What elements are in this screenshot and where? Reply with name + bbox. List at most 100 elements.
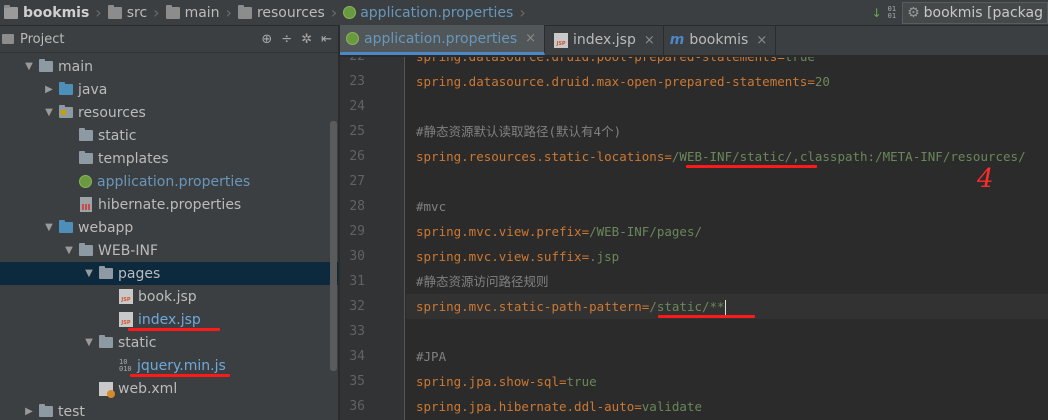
chevron-right-icon: › xyxy=(95,3,102,22)
navigation-bar: bookmis › src › main › resources › appli… xyxy=(0,0,1048,26)
property-key: spring.jpa.show-sql xyxy=(416,374,559,389)
breadcrumb-project[interactable]: bookmis xyxy=(0,0,93,25)
property-value: true xyxy=(566,374,597,389)
line-number: 34 xyxy=(349,349,365,364)
expand-down-icon[interactable]: ▼ xyxy=(82,337,96,348)
tree-item-resources[interactable]: ▼ resources xyxy=(0,101,338,124)
tree-item-static[interactable]: static xyxy=(0,124,338,147)
expand-right-icon[interactable]: ▶ xyxy=(42,84,56,95)
run-configuration-label: bookmis [packag xyxy=(923,5,1043,21)
tree-item-label: application.properties xyxy=(97,173,251,190)
tree-item-web-inf[interactable]: ▼ WEB-INF xyxy=(0,239,338,262)
equals-sign: = xyxy=(559,374,567,389)
chevron-right-icon: › xyxy=(519,3,526,22)
source-folder-icon xyxy=(59,220,73,233)
code-line: spring.jpa.hibernate.ddl-auto=validate xyxy=(416,394,702,419)
code-line: #mvc xyxy=(416,194,446,219)
equals-sign: = xyxy=(807,74,815,89)
tree-item-templates[interactable]: templates xyxy=(0,147,338,170)
tree-scrollbar[interactable] xyxy=(330,121,337,371)
line-number: 23 xyxy=(349,74,365,89)
comment-text: #静态资源默认读取路径(默认有4个) xyxy=(416,124,622,139)
property-value: 20 xyxy=(814,74,830,89)
tab-index-jsp[interactable]: JSP index.jsp × xyxy=(545,25,664,55)
vcs-update-icon[interactable]: ↓ xyxy=(866,6,888,20)
project-panel-header: Project ⊕ ÷ ✲ ⇤ xyxy=(0,26,338,53)
tree-item-test[interactable]: ▶ test xyxy=(0,400,338,420)
tree-item-label: pages xyxy=(118,265,161,282)
jsp-file-icon: JSP xyxy=(119,289,133,304)
tree-item-label: static xyxy=(98,127,137,144)
tree-item-label: hibernate.properties xyxy=(98,196,242,213)
tree-item-static[interactable]: ▼ static xyxy=(0,331,338,354)
property-key: spring.resources.static-locations xyxy=(416,149,665,164)
project-panel-actions: ⊕ ÷ ✲ ⇤ xyxy=(261,26,332,53)
hibernate-properties-icon xyxy=(80,197,92,212)
expand-right-icon[interactable]: ▶ xyxy=(22,406,36,417)
run-configuration-select[interactable]: ⚙ bookmis [packag xyxy=(902,2,1048,24)
close-icon[interactable]: × xyxy=(756,33,767,48)
expand-down-icon[interactable]: ▼ xyxy=(82,268,96,279)
tab-bookmis[interactable]: m bookmis × xyxy=(664,25,777,55)
locate-icon[interactable]: ⊕ xyxy=(261,32,272,47)
property-value: /WEB-INF/pages/ xyxy=(589,224,702,239)
property-key: spring.mvc.view.prefix xyxy=(416,224,582,239)
folder-icon xyxy=(39,59,53,72)
folder-icon xyxy=(99,266,113,279)
expand-down-icon[interactable]: ▼ xyxy=(42,222,56,233)
property-value: true xyxy=(785,57,815,64)
code-line: spring.datasource.druid.max-open-prepare… xyxy=(416,69,830,94)
collapse-all-icon[interactable]: ÷ xyxy=(281,32,292,47)
code-line: spring.mvc.view.suffix=.jsp xyxy=(416,244,619,269)
close-icon[interactable]: × xyxy=(525,31,536,46)
tree-item-webapp[interactable]: ▼ webapp xyxy=(0,216,338,239)
source-folder-icon xyxy=(59,82,73,95)
tree-item-java[interactable]: ▶ java xyxy=(0,78,338,101)
breadcrumb-src[interactable]: src xyxy=(104,0,151,25)
tree-item-pages[interactable]: ▼ pages xyxy=(0,262,338,285)
chevron-right-icon: › xyxy=(330,3,338,22)
text-caret xyxy=(724,299,726,316)
expand-down-icon[interactable]: ▼ xyxy=(62,245,76,256)
line-number: 25 xyxy=(349,124,365,139)
line-number: 33 xyxy=(349,324,365,339)
code-line: #JPA xyxy=(416,344,446,369)
breadcrumb-main[interactable]: main xyxy=(162,0,224,25)
js-file-icon: 10 010 xyxy=(119,357,132,373)
jsp-icon: JSP xyxy=(554,32,569,48)
breadcrumb-file[interactable]: application.properties xyxy=(339,0,517,25)
property-value: /WEB-INF/static/,classpath:/META-INF/res… xyxy=(671,149,1026,164)
expand-down-icon[interactable]: ▼ xyxy=(42,107,56,118)
line-number: 35 xyxy=(349,374,365,389)
code-line: #静态资源访问路径规则 xyxy=(416,269,549,294)
code-editor[interactable]: 22 23 24 25 26 27 28 29 30 31 32 33 34 35 36 spring.da… xyxy=(340,57,1048,420)
close-icon[interactable]: × xyxy=(644,33,655,48)
expand-down-icon[interactable]: ▼ xyxy=(22,61,36,72)
code-line: #静态资源默认读取路径(默认有4个) xyxy=(416,119,621,144)
spring-properties-icon xyxy=(343,6,357,19)
equals-sign: = xyxy=(634,399,642,414)
tree-item-main[interactable]: ▼ main xyxy=(0,55,338,78)
hide-panel-icon[interactable]: ⇤ xyxy=(321,32,332,47)
breadcrumb-resources[interactable]: resources xyxy=(234,0,329,25)
breadcrumb-label: main xyxy=(184,4,220,21)
comment-text: #静态资源访问路径规则 xyxy=(416,274,549,289)
xml-file-icon xyxy=(99,381,115,398)
tree-item-hibernate-properties[interactable]: hibernate.properties xyxy=(0,193,338,216)
tree-item-web-xml[interactable]: web.xml xyxy=(0,377,338,400)
tree-item-label: java xyxy=(78,81,108,98)
line-number: 22 xyxy=(340,57,365,69)
tree-item-label: web.xml xyxy=(118,380,178,397)
run-toolbar: ↓ 01 01 ⚙ bookmis [packag xyxy=(865,0,1048,25)
spring-properties-icon xyxy=(346,32,359,45)
tab-application-properties[interactable]: application.properties × xyxy=(340,25,546,55)
tree-item-label: webapp xyxy=(78,219,134,236)
project-panel-title[interactable]: Project xyxy=(20,32,64,47)
equals-sign: = xyxy=(777,57,785,64)
tree-item-book-jsp[interactable]: JSP book.jsp xyxy=(0,285,338,308)
settings-gear-icon[interactable]: ✲ xyxy=(301,32,312,47)
line-number: 31 xyxy=(349,274,365,289)
tree-item-application-properties[interactable]: application.properties xyxy=(0,170,338,193)
equals-sign: = xyxy=(581,249,590,264)
chevron-right-icon: › xyxy=(153,3,160,22)
